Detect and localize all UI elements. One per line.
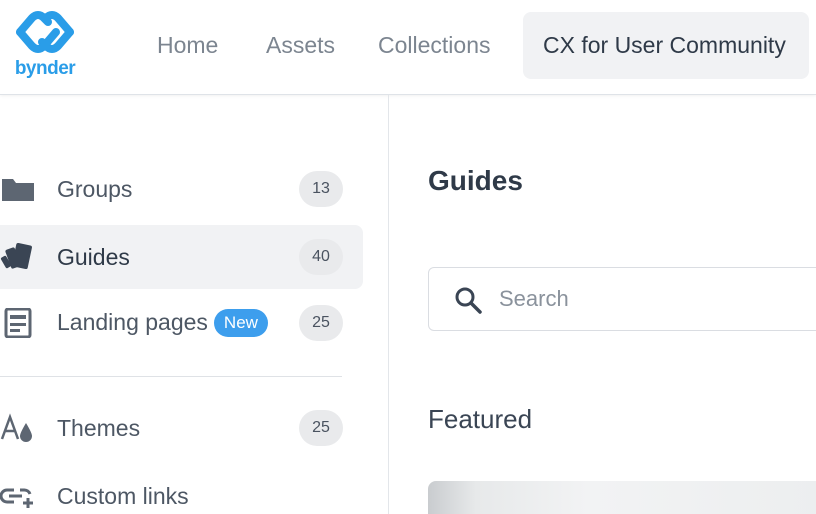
sidebar-item-themes[interactable]: Themes 25 <box>0 396 363 460</box>
theme-icon <box>0 413 36 443</box>
folder-icon <box>0 174 36 204</box>
sidebar-item-label: Custom links <box>57 482 189 509</box>
sidebar-item-label: Groups <box>57 175 133 202</box>
nav-collections[interactable]: Collections <box>378 12 491 79</box>
sidebar-item-label-group: Landing pages New <box>57 309 268 337</box>
nav-home[interactable]: Home <box>157 12 218 79</box>
sidebar-item-label: Landing pages <box>57 309 208 335</box>
sidebar-item-landing-pages[interactable]: Landing pages New 25 <box>0 291 363 355</box>
sidebar-item-groups[interactable]: Groups 13 <box>0 157 363 221</box>
guides-icon <box>0 242 36 272</box>
sidebar-item-guides[interactable]: Guides 40 <box>0 225 363 289</box>
top-header: bynder Home Assets Collections CX for Us… <box>0 0 816 95</box>
new-badge: New <box>213 309 268 337</box>
logo-text: bynder <box>14 58 76 79</box>
count-badge: 25 <box>299 410 343 446</box>
nav-assets[interactable]: Assets <box>266 12 335 79</box>
count-badge: 40 <box>299 239 343 275</box>
sidebar-item-label: Themes <box>57 414 141 441</box>
count-badge: 25 <box>299 305 343 341</box>
featured-card-image[interactable] <box>428 481 816 514</box>
sidebar-item-custom-links[interactable]: Custom links <box>0 464 363 514</box>
bynder-logo-icon <box>16 11 74 53</box>
search-input[interactable] <box>499 282 799 316</box>
custom-link-icon <box>0 481 36 511</box>
sidebar-item-label: Guides <box>57 243 130 270</box>
count-badge: 13 <box>299 171 343 207</box>
page-icon <box>0 307 36 339</box>
bynder-logo[interactable]: bynder <box>12 10 78 84</box>
nav-active-portal[interactable]: CX for User Community <box>523 12 809 79</box>
page-title: Guides <box>428 165 523 196</box>
search-box[interactable] <box>428 267 816 331</box>
sidebar: Groups 13 Guides 40 Landing pagesNew 25 <box>0 95 389 514</box>
featured-heading: Featured <box>428 404 533 434</box>
search-icon <box>453 285 483 315</box>
sidebar-divider <box>0 376 342 377</box>
